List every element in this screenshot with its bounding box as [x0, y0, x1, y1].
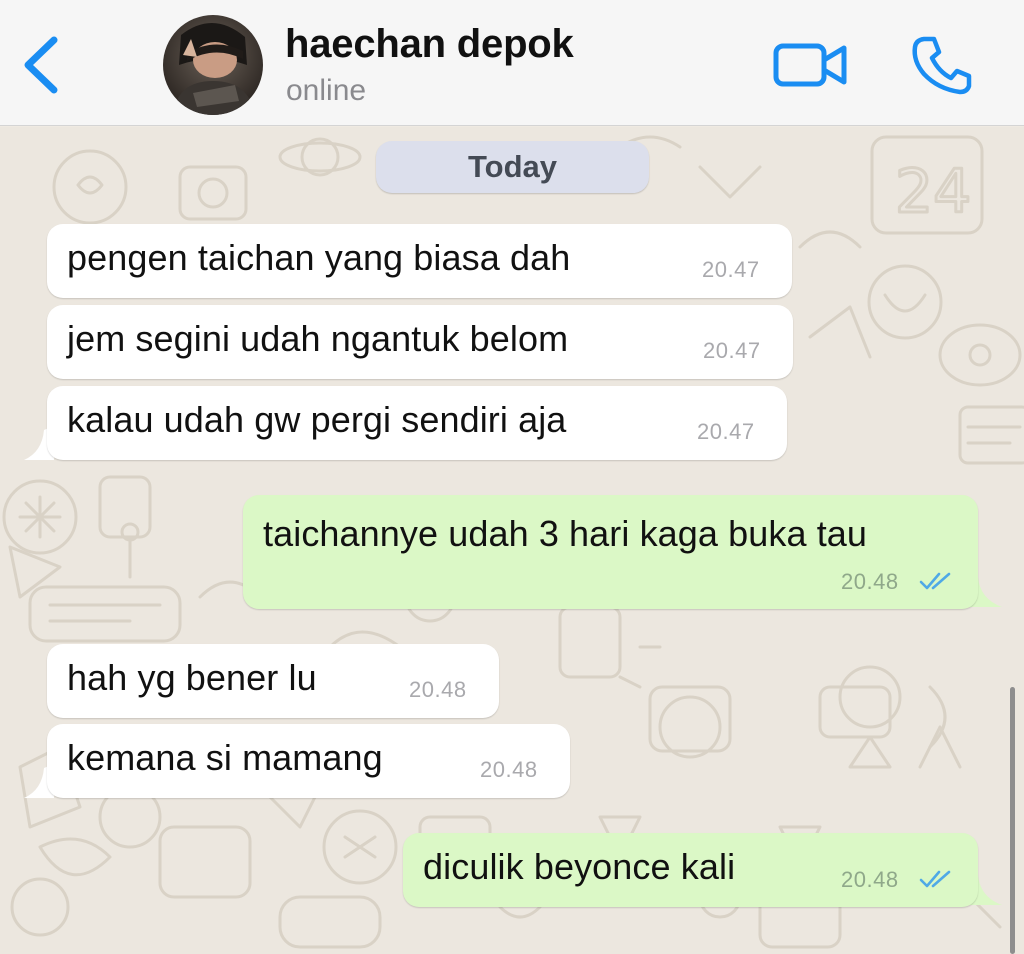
message-text: kalau udah gw pergi sendiri aja: [67, 399, 567, 440]
message-text: hah yg bener lu: [67, 657, 317, 698]
chat-area[interactable]: 24 Today pengen taichan yang biasa dah 2…: [0, 127, 1024, 954]
message-bubble-outgoing[interactable]: diculik beyonce kali 20.48: [403, 833, 978, 907]
back-button[interactable]: [18, 30, 68, 100]
message-bubble-outgoing[interactable]: taichannye udah 3 hari kaga buka tau 20.…: [243, 495, 978, 609]
message-time: 20.48: [841, 569, 899, 594]
contact-name[interactable]: haechan depok: [285, 22, 574, 67]
message-bubble-incoming[interactable]: kalau udah gw pergi sendiri aja 20.47: [47, 386, 787, 460]
contact-avatar[interactable]: [163, 15, 263, 115]
scrollbar[interactable]: [1010, 687, 1015, 954]
message-text: diculik beyonce kali: [423, 846, 736, 887]
chat-header: haechan depok online: [0, 0, 1024, 126]
chevron-left-icon: [24, 36, 58, 94]
message-time: 20.48: [480, 757, 538, 782]
phone-icon: [912, 36, 972, 95]
message-text: pengen taichan yang biasa dah: [67, 237, 571, 278]
message-time: 20.48: [841, 867, 899, 892]
message-text: jem segini udah ngantuk belom: [67, 318, 569, 359]
contact-status: online: [286, 74, 367, 107]
read-receipt-icon: [919, 870, 951, 888]
svg-text:24: 24: [895, 157, 971, 227]
message-bubble-incoming[interactable]: jem segini udah ngantuk belom 20.47: [47, 305, 793, 379]
date-separator: Today: [376, 141, 649, 193]
message-bubble-incoming[interactable]: kemana si mamang 20.48: [47, 724, 570, 798]
message-text: kemana si mamang: [67, 737, 383, 778]
message-time: 20.47: [702, 257, 760, 282]
message-text: taichannye udah 3 hari kaga buka tau: [263, 513, 868, 554]
voice-call-button[interactable]: [910, 34, 974, 96]
video-call-button[interactable]: [772, 36, 850, 94]
message-time: 20.48: [409, 677, 467, 702]
video-camera-icon: [773, 43, 847, 87]
message-bubble-incoming[interactable]: pengen taichan yang biasa dah 20.47: [47, 224, 792, 298]
message-time: 20.47: [697, 419, 755, 444]
message-bubble-incoming[interactable]: hah yg bener lu 20.48: [47, 644, 499, 718]
read-receipt-icon: [919, 572, 951, 590]
message-time: 20.47: [703, 338, 761, 363]
